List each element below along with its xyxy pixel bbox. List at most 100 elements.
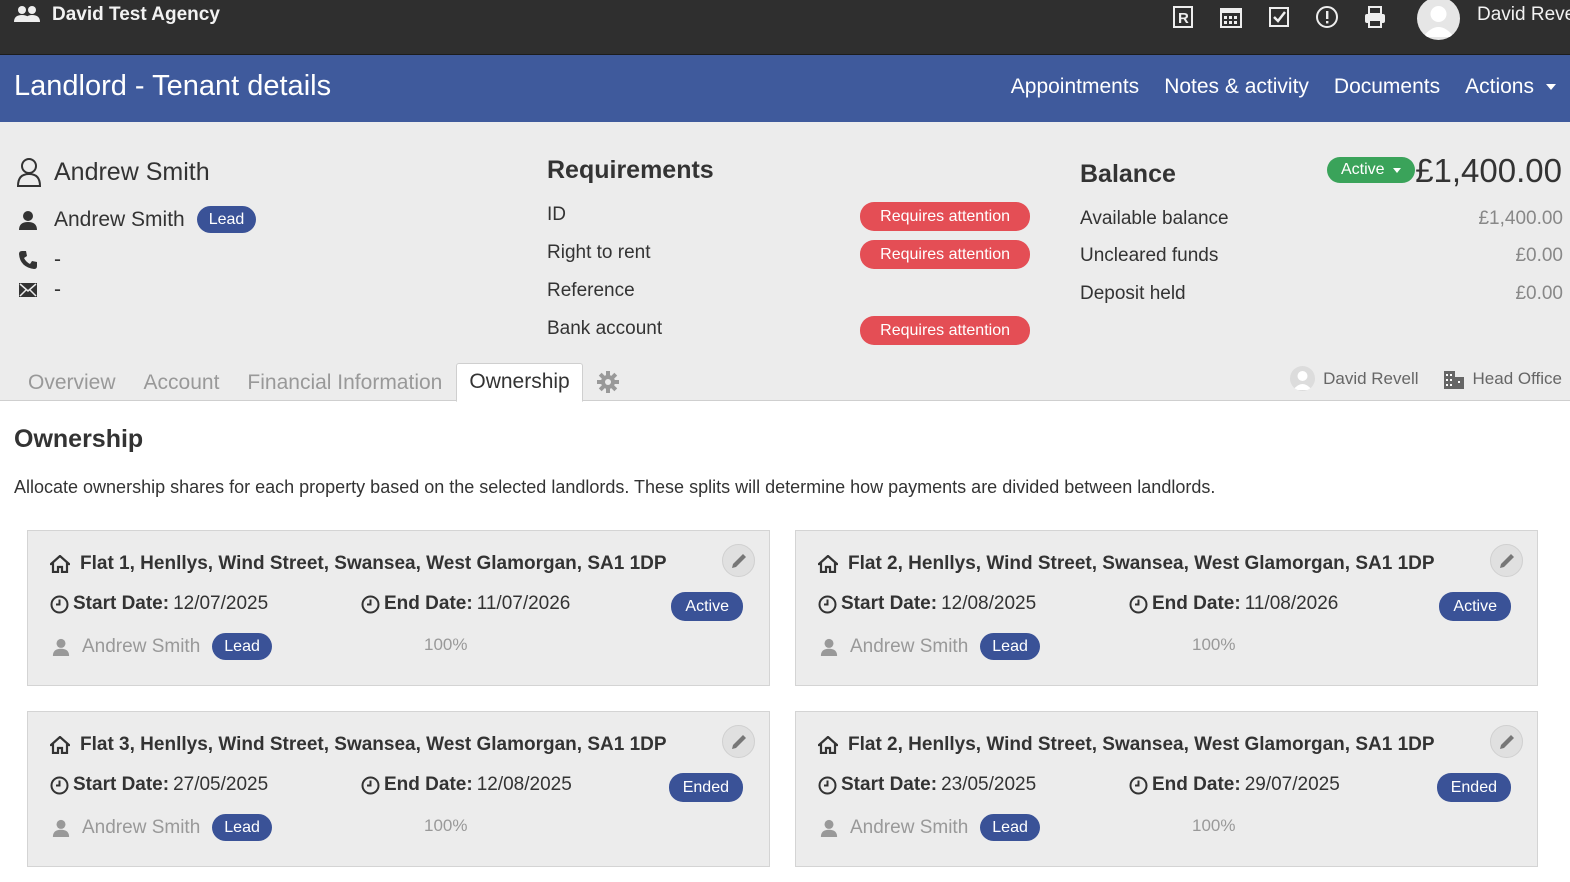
nav-actions[interactable]: Actions xyxy=(1465,75,1556,99)
end-date-value: 11/08/2026 xyxy=(1245,593,1339,615)
phone-row: - xyxy=(18,248,61,272)
balance-row-value: £1,400.00 xyxy=(1478,208,1563,230)
end-date: End Date: 11/07/2026 xyxy=(361,593,570,615)
end-date-label: End Date: xyxy=(1152,593,1241,615)
edit-button[interactable] xyxy=(1490,725,1523,758)
pencil-icon xyxy=(1498,552,1516,570)
requirement-row: Right to rent Requires attention xyxy=(547,240,1030,270)
requirement-label: Bank account xyxy=(547,318,662,340)
gear-icon[interactable] xyxy=(597,371,619,393)
chevron-down-icon xyxy=(1546,84,1556,90)
balance-row-value: £0.00 xyxy=(1515,245,1563,267)
contact-name: Andrew Smith xyxy=(54,158,210,187)
ownership-card: Flat 2, Henllys, Wind Street, Swansea, W… xyxy=(795,711,1538,867)
requirement-status-badge[interactable]: Requires attention xyxy=(860,240,1030,269)
home-icon xyxy=(50,555,70,573)
tab-ownership[interactable]: Ownership xyxy=(456,363,582,402)
nav-documents[interactable]: Documents xyxy=(1334,75,1440,99)
requirement-status-badge[interactable]: Requires attention xyxy=(860,316,1030,345)
lead-badge: Lead xyxy=(197,206,257,233)
person-icon xyxy=(820,819,838,837)
tab-overview[interactable]: Overview xyxy=(14,365,130,401)
ownership-card: Flat 2, Henllys, Wind Street, Swansea, W… xyxy=(795,530,1538,686)
start-date-label: Start Date: xyxy=(841,593,937,615)
user-name[interactable]: David Reve xyxy=(1477,4,1570,26)
balance-amount: £1,400.00 xyxy=(1415,152,1562,190)
agency-brand[interactable]: David Test Agency xyxy=(14,4,220,26)
user-avatar[interactable] xyxy=(1417,0,1460,40)
lead-badge: Lead xyxy=(980,814,1040,841)
clock-icon xyxy=(361,776,380,795)
requirement-row: ID Requires attention xyxy=(547,202,1030,232)
svg-text:R: R xyxy=(1178,10,1189,27)
start-date-value: 12/07/2025 xyxy=(173,593,268,615)
clock-icon xyxy=(361,595,380,614)
ownership-share: 100% xyxy=(1192,816,1235,836)
group-icon xyxy=(14,5,40,25)
owner-person-name[interactable]: Andrew Smith xyxy=(850,636,968,658)
calendar-icon[interactable] xyxy=(1218,4,1244,30)
checkbox-icon[interactable] xyxy=(1266,4,1292,30)
edit-button[interactable] xyxy=(722,544,755,577)
tab-financial-information[interactable]: Financial Information xyxy=(233,365,456,401)
owner-office[interactable]: Head Office xyxy=(1473,369,1562,389)
owner-person-name[interactable]: Andrew Smith xyxy=(850,817,968,839)
property-address[interactable]: Flat 2, Henllys, Wind Street, Swansea, W… xyxy=(818,553,1435,575)
contact-person-name[interactable]: Andrew Smith xyxy=(54,208,185,232)
page-title: Landlord - Tenant details xyxy=(14,70,331,103)
end-date: End Date: 12/08/2025 xyxy=(361,774,572,796)
tenancy-status-badge: Ended xyxy=(1437,773,1511,802)
pencil-icon xyxy=(730,733,748,751)
clock-icon xyxy=(818,595,837,614)
owner-person-name[interactable]: Andrew Smith xyxy=(82,817,200,839)
phone-icon xyxy=(18,250,38,270)
agency-name: David Test Agency xyxy=(52,4,220,26)
header-nav: Appointments Notes & activity Documents … xyxy=(1011,75,1556,99)
page-header: Landlord - Tenant details Appointments N… xyxy=(0,55,1570,122)
tab-account[interactable]: Account xyxy=(130,365,234,401)
balance-row-label: Available balance xyxy=(1080,208,1229,229)
home-icon xyxy=(50,736,70,754)
tab-bar: Overview Account Financial Information O… xyxy=(14,364,619,401)
balance-row: Uncleared funds £0.00 xyxy=(1080,245,1563,267)
r-icon[interactable]: R xyxy=(1170,4,1196,30)
owner-user[interactable]: David Revell xyxy=(1323,369,1418,389)
property-address[interactable]: Flat 3, Henllys, Wind Street, Swansea, W… xyxy=(50,734,667,756)
tenancy-status-badge: Active xyxy=(671,592,743,621)
end-date: End Date: 11/08/2026 xyxy=(1129,593,1338,615)
nav-appointments[interactable]: Appointments xyxy=(1011,75,1139,99)
print-icon[interactable] xyxy=(1362,4,1388,30)
edit-button[interactable] xyxy=(1490,544,1523,577)
balance-row-label: Deposit held xyxy=(1080,283,1186,304)
owner-person: Andrew Smith Lead xyxy=(820,633,1040,660)
chevron-down-icon xyxy=(1393,168,1401,173)
status-dropdown[interactable]: Active xyxy=(1327,157,1415,183)
lead-badge: Lead xyxy=(212,814,272,841)
ownership-card: Flat 3, Henllys, Wind Street, Swansea, W… xyxy=(27,711,770,867)
start-date-label: Start Date: xyxy=(73,593,169,615)
requirement-row: Reference xyxy=(547,278,1030,308)
nav-actions-label: Actions xyxy=(1465,75,1534,98)
requirements-title: Requirements xyxy=(547,156,714,185)
home-icon xyxy=(818,555,838,573)
building-icon xyxy=(1443,369,1465,389)
balance-row: Available balance £1,400.00 xyxy=(1080,208,1563,230)
owner-person-name[interactable]: Andrew Smith xyxy=(82,636,200,658)
property-address-text: Flat 2, Henllys, Wind Street, Swansea, W… xyxy=(848,734,1435,756)
edit-button[interactable] xyxy=(722,725,755,758)
tenancy-status-badge: Active xyxy=(1439,592,1511,621)
property-address[interactable]: Flat 1, Henllys, Wind Street, Swansea, W… xyxy=(50,553,667,575)
owner-person: Andrew Smith Lead xyxy=(820,814,1040,841)
requirement-row: Bank account Requires attention xyxy=(547,316,1030,346)
pencil-icon xyxy=(730,552,748,570)
home-icon xyxy=(818,736,838,754)
alert-icon[interactable] xyxy=(1314,4,1340,30)
person-icon xyxy=(820,638,838,656)
requirement-status-badge[interactable]: Requires attention xyxy=(860,202,1030,231)
status-dropdown-label: Active xyxy=(1341,161,1385,179)
nav-notes-activity[interactable]: Notes & activity xyxy=(1164,75,1309,99)
clock-icon xyxy=(1129,595,1148,614)
owner-person: Andrew Smith Lead xyxy=(52,633,272,660)
end-date-label: End Date: xyxy=(1152,774,1241,796)
property-address[interactable]: Flat 2, Henllys, Wind Street, Swansea, W… xyxy=(818,734,1435,756)
